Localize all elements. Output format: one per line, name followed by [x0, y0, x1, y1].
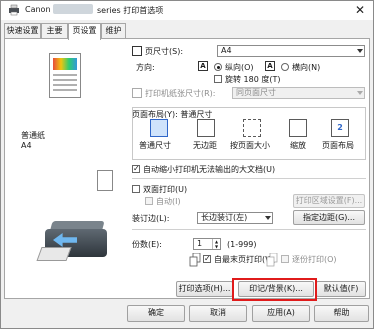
title-bar: Canon series 打印首选项 ✕ [1, 1, 373, 20]
layout-borderless-label: 无边距 [193, 141, 217, 150]
chevron-down-icon [265, 216, 271, 220]
layout-scaled-button[interactable] [289, 119, 307, 137]
duplex-auto-label: 自动(I) [156, 197, 181, 206]
layout-scaled-label: 缩放 [290, 141, 306, 150]
page-setup-panel: 普通纸 A4 页尺寸(S): A4 方向: A 纵向(O) A 横向(N) 旋转… [4, 38, 370, 299]
print-area-setup-button[interactable]: 打印区域设置(F)... [293, 194, 365, 208]
media-info: 普通纸 A4 [21, 131, 45, 151]
defaults-button[interactable]: 默认值(F) [316, 281, 366, 297]
tab-quick-setup[interactable]: 快速设置 [4, 23, 41, 39]
landscape-icon: A [265, 61, 275, 71]
portrait-radio[interactable] [214, 63, 222, 71]
rotate-180-checkbox[interactable] [214, 75, 222, 83]
layout-normal-size-button[interactable] [150, 119, 168, 137]
printer-illustration [36, 213, 111, 269]
close-button[interactable]: ✕ [353, 3, 367, 17]
divider [132, 178, 366, 179]
layout-normal-size-label: 普通尺寸 [139, 141, 171, 150]
paper-size-icon [97, 170, 113, 191]
copies-stepper[interactable]: 1 ▲ ▼ [193, 238, 221, 250]
printer-app-icon [9, 4, 19, 16]
printer-paper-icon [132, 88, 142, 98]
page-size-icon [132, 46, 142, 56]
preview-area: 普通纸 A4 [9, 43, 127, 295]
stapling-side-select[interactable]: 长边装订(左) [197, 212, 273, 224]
reverse-order-icon [266, 253, 278, 267]
help-button[interactable]: 帮助 [314, 305, 369, 322]
tab-maintenance[interactable]: 维护 [101, 23, 126, 39]
auto-reduce-label: 自动缩小打印机无法输出的大文档(U) [143, 165, 276, 174]
duplex-checkbox[interactable] [132, 185, 140, 193]
tab-main[interactable]: 主要 [41, 23, 68, 39]
printer-paper-select[interactable]: 同页面尺寸 [232, 87, 365, 99]
highlight-box [232, 278, 317, 301]
stepper-arrows-icon[interactable]: ▲ ▼ [212, 239, 220, 249]
window-title-prefix: Canon [25, 5, 51, 14]
apply-button[interactable]: 应用(A) [252, 305, 310, 322]
portrait-icon: A [198, 61, 208, 71]
layout-fit-to-page-label: 按页面大小 [230, 141, 270, 150]
layout-fit-to-page-button[interactable] [243, 119, 261, 137]
tab-page-setup[interactable]: 页设置 [68, 23, 101, 40]
window-title-suffix: series 打印首选项 [97, 6, 164, 15]
auto-reduce-checkbox[interactable] [132, 164, 140, 174]
duplex-label: 双面打印(U) [143, 185, 188, 194]
page-size-label: 页尺寸(S): [145, 47, 184, 56]
stapling-side-label: 装订边(L): [132, 214, 170, 223]
page-size-select[interactable]: A4 [217, 45, 365, 57]
chevron-down-icon [357, 91, 363, 95]
ok-button[interactable]: 确定 [127, 305, 185, 322]
layout-page-layout-button[interactable]: 2 [331, 119, 349, 137]
printer-paper-label: 打印机纸张尺寸(R): [145, 89, 216, 98]
page-layout-options: 普通尺寸 无边距 按页面大小 缩放 2 页面布局 [132, 107, 366, 160]
model-name-redacted [53, 4, 93, 14]
copies-range-label: (1-999) [227, 240, 257, 249]
collate-label: 逐份打印(O) [292, 255, 337, 264]
layout-page-layout-label: 页面布局 [322, 141, 354, 150]
collate-icon [189, 253, 201, 267]
print-options-button[interactable]: 打印选项(H)... [176, 281, 233, 297]
layout-borderless-button[interactable] [197, 119, 215, 137]
landscape-radio[interactable] [281, 63, 289, 71]
portrait-label: 纵向(O) [225, 63, 254, 72]
print-from-last-page-checkbox[interactable] [203, 254, 211, 264]
collate-checkbox[interactable] [281, 255, 289, 263]
rotate-180-label: 旋转 180 度(T) [225, 75, 281, 84]
cancel-button[interactable]: 取消 [189, 305, 247, 322]
copies-label: 份数(E): [132, 240, 162, 249]
chevron-down-icon [357, 49, 363, 53]
media-type-label: 普通纸 [21, 131, 45, 140]
landscape-label: 横向(N) [292, 63, 321, 72]
divider [132, 229, 366, 230]
print-preferences-window: Canon series 打印首选项 ✕ 快速设置 主要 页设置 维护 普通纸 … [0, 0, 374, 329]
specify-margin-button[interactable]: 指定边距(G)... [293, 210, 365, 225]
page-preview [49, 53, 81, 98]
media-size-label: A4 [21, 141, 32, 150]
orientation-label: 方向: [136, 63, 155, 72]
duplex-auto-checkbox[interactable] [145, 197, 153, 205]
